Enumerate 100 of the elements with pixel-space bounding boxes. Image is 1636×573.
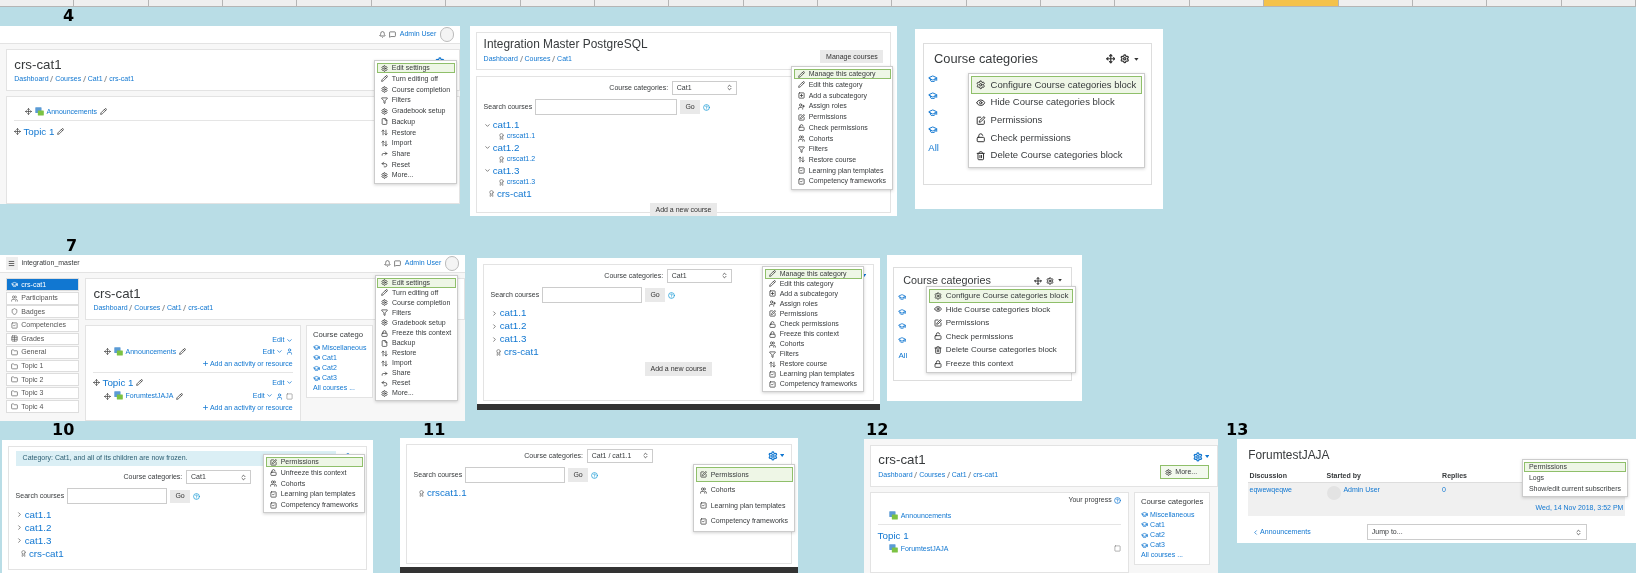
menu-item[interactable]: Delete Course categories block bbox=[928, 343, 1074, 357]
category-link[interactable]: cat1.1 bbox=[492, 119, 520, 131]
column-header-cell[interactable] bbox=[892, 0, 967, 6]
checkbox-icon bbox=[769, 370, 777, 378]
menu-item[interactable]: Delete Course categories block bbox=[970, 147, 1143, 165]
cap-icon bbox=[312, 364, 320, 372]
column-header-cell[interactable] bbox=[148, 0, 224, 6]
menu-item[interactable]: Freeze this context bbox=[928, 356, 1074, 371]
lock-icon bbox=[933, 359, 942, 368]
gear-icon bbox=[381, 319, 389, 327]
section-title[interactable]: Topic 1 bbox=[23, 125, 55, 137]
figure-number: 4 bbox=[63, 7, 75, 25]
checkbox-icon bbox=[798, 167, 806, 175]
help-icon bbox=[668, 291, 676, 299]
settings-menu-button[interactable] bbox=[1193, 451, 1210, 462]
cap-icon bbox=[1141, 521, 1148, 529]
updown-icon bbox=[725, 84, 733, 92]
gear-icon bbox=[381, 389, 389, 397]
column-header-cell[interactable] bbox=[743, 0, 818, 6]
figure-number: 12 bbox=[866, 421, 889, 439]
menu-item[interactable]: Configure Course categories block bbox=[928, 289, 1074, 303]
category-link[interactable]: cat1.3 bbox=[492, 165, 520, 177]
award-icon bbox=[497, 155, 505, 163]
column-header-cell[interactable] bbox=[74, 0, 149, 6]
user-plus-icon bbox=[798, 102, 806, 110]
gear-icon bbox=[1193, 451, 1203, 462]
chevron-left-icon bbox=[1251, 528, 1259, 536]
filter-icon bbox=[381, 96, 389, 104]
folder-icon bbox=[10, 389, 18, 397]
user-icon bbox=[285, 348, 293, 356]
column-header-cell[interactable] bbox=[520, 0, 595, 6]
avatar[interactable] bbox=[439, 27, 455, 42]
cap-icon bbox=[898, 307, 907, 316]
user-plus-icon bbox=[769, 300, 777, 308]
column-header-cell[interactable] bbox=[371, 0, 447, 6]
all-link[interactable]: All bbox=[898, 350, 908, 360]
column-header-cell[interactable] bbox=[1264, 0, 1339, 6]
search-field[interactable] bbox=[542, 287, 643, 304]
category-link[interactable]: cat1.2 bbox=[492, 142, 520, 154]
unlock-icon bbox=[933, 332, 942, 341]
menu-item[interactable]: Hide Course categories block bbox=[970, 94, 1143, 112]
menu-item[interactable]: Check permissions bbox=[928, 329, 1074, 344]
course-link[interactable]: crs-cat1 bbox=[496, 187, 532, 200]
checkbox-icon bbox=[10, 321, 18, 329]
category-link[interactable]: cat1.1 bbox=[499, 307, 527, 319]
category-link[interactable]: cat1.2 bbox=[24, 521, 52, 533]
search-field[interactable] bbox=[465, 467, 566, 484]
column-header-cell[interactable] bbox=[818, 0, 893, 6]
menu-item[interactable]: Permissions bbox=[928, 316, 1074, 330]
course-link[interactable]: crs-cat1 bbox=[503, 346, 539, 358]
menu-item[interactable]: Hide Course categories block bbox=[928, 302, 1074, 317]
move-icon bbox=[24, 108, 32, 116]
course-link[interactable]: crs-cat1 bbox=[28, 547, 64, 559]
pencil-icon bbox=[381, 75, 389, 83]
column-header-cell[interactable] bbox=[223, 0, 298, 6]
column-header-cell[interactable] bbox=[1338, 0, 1413, 6]
column-header-cell[interactable] bbox=[1041, 0, 1116, 6]
column-header-cell[interactable] bbox=[297, 0, 372, 6]
column-header-cell[interactable] bbox=[594, 0, 670, 6]
section-title[interactable]: Topic 1 bbox=[102, 377, 134, 389]
users-icon bbox=[10, 294, 18, 302]
eye-icon bbox=[933, 305, 942, 314]
cap-icon bbox=[1141, 511, 1148, 519]
users-icon bbox=[798, 135, 806, 142]
move-icon bbox=[1105, 54, 1116, 64]
column-header-cell[interactable] bbox=[1412, 0, 1488, 6]
menu-item[interactable]: Check permissions bbox=[970, 129, 1143, 148]
unlock-icon bbox=[270, 469, 278, 477]
category-link[interactable]: cat1.2 bbox=[499, 320, 527, 332]
search-field[interactable] bbox=[535, 99, 678, 116]
lock-icon bbox=[769, 330, 777, 338]
column-header-cell[interactable] bbox=[669, 0, 744, 6]
arrows-icon bbox=[381, 349, 389, 357]
settings-menu-button[interactable] bbox=[768, 451, 785, 461]
trash-icon bbox=[976, 151, 986, 161]
menu-button[interactable] bbox=[5, 257, 19, 270]
column-header-cell[interactable] bbox=[1487, 0, 1562, 6]
column-header-cell[interactable] bbox=[1561, 0, 1636, 6]
column-header-cell[interactable] bbox=[0, 0, 75, 6]
column-header-cell[interactable] bbox=[966, 0, 1042, 6]
avatar[interactable] bbox=[444, 256, 460, 271]
course-link[interactable]: crscat1.1 bbox=[426, 487, 467, 499]
category-link[interactable]: cat1.3 bbox=[24, 534, 52, 546]
checkbox-icon bbox=[270, 501, 278, 509]
category-link[interactable]: cat1.1 bbox=[24, 508, 52, 520]
updown-icon bbox=[641, 452, 649, 460]
section-title[interactable]: Topic 1 bbox=[877, 529, 909, 541]
filter-icon bbox=[381, 309, 389, 317]
menu-item[interactable]: Configure Course categories block bbox=[970, 76, 1143, 95]
column-header-cell[interactable] bbox=[446, 0, 521, 6]
pencil-icon bbox=[136, 379, 144, 387]
trash-icon bbox=[933, 346, 942, 355]
column-header-cell[interactable] bbox=[1189, 0, 1265, 6]
menu-item[interactable]: Permissions bbox=[970, 111, 1143, 130]
search-field[interactable] bbox=[67, 488, 168, 505]
column-header-cell[interactable] bbox=[1115, 0, 1190, 6]
category-link[interactable]: cat1.3 bbox=[499, 333, 527, 345]
all-link[interactable]: All bbox=[928, 142, 939, 154]
pencil-icon bbox=[381, 289, 389, 297]
forum-icon bbox=[34, 107, 44, 117]
